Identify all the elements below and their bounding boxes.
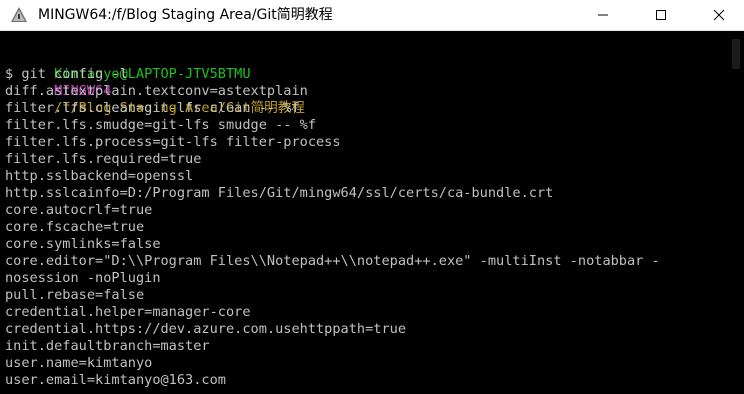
minimize-button[interactable] xyxy=(580,0,626,30)
output-line: core.autocrlf=true xyxy=(5,202,153,218)
mintty-icon xyxy=(11,7,27,22)
output-line: pull.rebase=false xyxy=(5,287,145,303)
minimize-icon xyxy=(598,14,608,16)
output-line: init.defaultbranch=master xyxy=(5,338,210,354)
maximize-icon xyxy=(656,10,666,20)
output-line: http.sslbackend=openssl xyxy=(5,168,194,184)
window-title: MINGW64:/f/Blog Staging Area/Git简明教程 xyxy=(38,7,333,23)
output-line: user.name=kimtanyo xyxy=(5,355,153,371)
output-line: core.fscache=true xyxy=(5,219,145,235)
output-line: core.editor="D:\\Program Files\\Notepad+… xyxy=(5,253,660,269)
scrollbar-thumb[interactable] xyxy=(732,39,740,69)
output-line: filter.lfs.required=true xyxy=(5,151,202,167)
output-line: credential.helper=manager-core xyxy=(5,304,251,320)
output-line: core.symlinks=false xyxy=(5,236,161,252)
output-line: filter.lfs.process=git-lfs filter-proces… xyxy=(5,134,341,150)
output-line: nosession -noPlugin xyxy=(5,270,161,286)
output-line: http.sslcainfo=D:/Program Files/Git/ming… xyxy=(5,185,554,201)
output-line: diff.astextplain.textconv=astextplain xyxy=(5,83,308,99)
command-line: $ git config -l xyxy=(5,66,128,82)
terminal-window: MINGW64:/f/Blog Staging Area/Git简明教程 Kim… xyxy=(0,0,744,394)
output-line: filter.lfs.clean=git-lfs clean -- %f xyxy=(5,100,300,116)
title-bar[interactable]: MINGW64:/f/Blog Staging Area/Git简明教程 xyxy=(0,0,744,31)
close-icon xyxy=(713,9,725,21)
terminal-area[interactable]: Kimtanyo@LAPTOP-JTV5BTMU MINGW64 /f/Blog… xyxy=(0,31,728,394)
maximize-button[interactable] xyxy=(638,0,684,30)
vertical-scrollbar[interactable] xyxy=(728,31,744,394)
output-line: filter.lfs.smudge=git-lfs smudge -- %f xyxy=(5,117,316,133)
output-line: user.email=kimtanyo@163.com xyxy=(5,372,226,388)
output-line: credential.https://dev.azure.com.usehttp… xyxy=(5,321,407,337)
close-button[interactable] xyxy=(696,0,742,30)
